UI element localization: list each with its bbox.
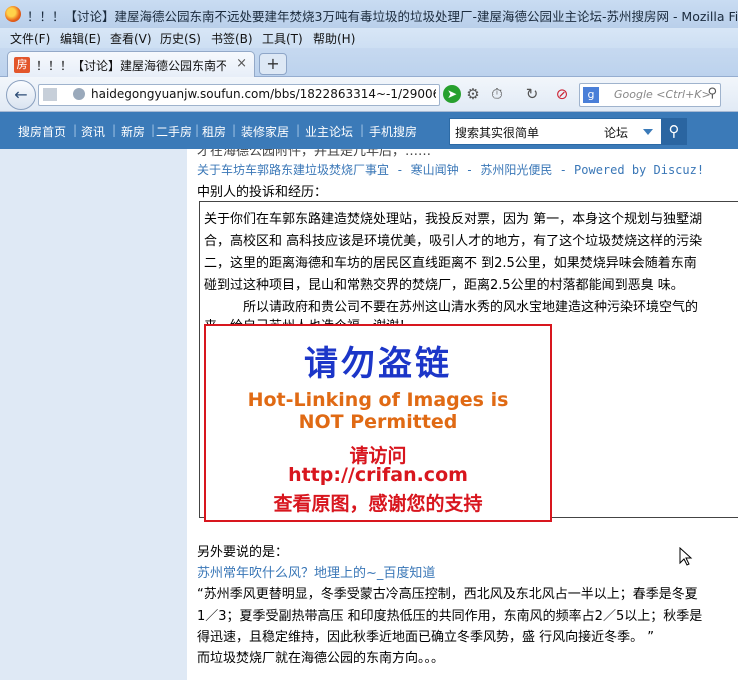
baidu-link[interactable]: 苏州常年吹什么风？地理上的~_百度知道 — [197, 562, 435, 581]
menu-file[interactable]: 文件(F) — [10, 30, 50, 47]
block-icon[interactable]: ⊘ — [553, 85, 571, 103]
menu-edit[interactable]: 编辑(E) — [60, 30, 101, 47]
search-icon[interactable]: ⚲ — [707, 86, 717, 101]
also-label: 另外要说的是： — [197, 545, 289, 560]
tab-strip: 房 ！！！【讨论】建屋海德公园东南不远... × + — [0, 48, 738, 77]
site-search-text[interactable]: 搜索其实很简单 — [455, 124, 539, 141]
menu-help[interactable]: 帮助(H) — [313, 30, 355, 47]
tab-label: ！！！【讨论】建屋海德公园东南不远... — [36, 59, 226, 73]
climate-line: 1／3；夏季受副热带高压 和印度热低压的共同作用，东南风的频率占2／5以上；秋季… — [197, 609, 703, 624]
hotlink-warning-image: 请勿盗链 Hot-Linking of Images is NOT Permit… — [204, 324, 552, 522]
climate-line: “苏州季风更替明显，冬季受蒙古冷高压控制，西北风及东北风占一半以上；春季是冬夏 — [197, 587, 698, 602]
site-search-button[interactable]: ⚲ — [661, 118, 687, 145]
browser-search-box[interactable]: g Google <Ctrl+K> ⚲ — [579, 83, 721, 107]
addon-icon[interactable]: ⚙ — [464, 85, 482, 103]
nav-separator: | — [232, 123, 237, 137]
url-text[interactable]: haidegongyuanjw.soufun.com/bbs/182286331… — [91, 87, 436, 101]
title-bar: ！！！【讨论】建屋海德公园东南不远处要建年焚烧3万吨有毒垃圾的垃圾处理厂-建屋海… — [0, 0, 738, 29]
menu-view[interactable]: 查看(V) — [110, 30, 152, 47]
post-content: 才在海德公园附件，并且是几年后，…… 关于车坊车郭路东建垃圾焚烧厂事宜 - 寒山… — [187, 149, 738, 680]
reference-link[interactable]: 关于车坊车郭路东建垃圾焚烧厂事宜 - 寒山闻钟 - 苏州阳光便民 - Power… — [197, 161, 704, 178]
watermark-line: NOT Permitted — [298, 411, 458, 433]
search-scope-select[interactable]: 论坛 — [604, 124, 628, 141]
site-identity-icon[interactable] — [73, 88, 85, 100]
chevron-down-icon[interactable] — [643, 129, 653, 135]
nav-separator: | — [112, 123, 117, 137]
watermark-url: http://crifan.com — [288, 464, 468, 486]
climate-line: 得迅速，且稳定维持，因此秋季近地面已确立冬季风势，盛 行风向接近冬季。 ” — [197, 630, 655, 645]
quote-line: 合，高校区和 高科技应该是环境优美，吸引人才的地方，有了这个垃圾焚烧这样的污染 — [204, 234, 703, 249]
google-engine-icon[interactable]: g — [583, 87, 599, 103]
address-bar[interactable]: haidegongyuanjw.soufun.com/bbs/182286331… — [38, 84, 440, 106]
nav-separator: | — [296, 123, 301, 137]
quote-box: 关于你们在车郭东路建造焚烧处理站，我投反对票，因为 第一，本身这个规划与独墅湖 … — [199, 201, 738, 522]
back-button[interactable]: ← — [6, 80, 36, 110]
page-icon — [43, 88, 57, 101]
nav-rental[interactable]: 租房 — [202, 123, 226, 140]
nav-mobile[interactable]: 手机搜房 — [369, 123, 417, 140]
watermark-line: Hot-Linking of Images is — [247, 389, 509, 411]
quote-line: 碰到过这种项目，昆山和常熟交界的焚烧厂，距离2.5公里的村落都能闻到恶臭 味。 — [204, 278, 684, 293]
nav-second-hand[interactable]: 二手房 — [156, 123, 192, 140]
nav-forum[interactable]: 业主论坛 — [305, 123, 353, 140]
alarm-clock-icon[interactable]: ⏱ — [488, 85, 506, 103]
nav-separator: | — [195, 123, 200, 137]
favicon-icon: 房 — [14, 57, 30, 73]
site-search-input[interactable]: 搜索其实很简单 论坛 — [449, 118, 663, 145]
menu-history[interactable]: 历史(S) — [160, 30, 201, 47]
tab-close-icon[interactable]: × — [236, 56, 247, 71]
firefox-logo-icon — [5, 6, 21, 22]
intro-text: 中别人的投诉和经历： — [197, 185, 328, 200]
nav-separator: | — [151, 123, 156, 137]
quote-line: 二，这里的距离海德和车坊的居民区直线距离不 到2.5公里，如果焚烧异味会随着东南 — [204, 256, 697, 271]
mouse-cursor-icon — [679, 547, 693, 566]
quote-line: 所以请政府和贵公司不要在苏州这山清水秀的风水宝地建造这种污染环境空气的 — [204, 300, 699, 315]
cut-off-text: 才在海德公园附件，并且是几年后，…… — [197, 149, 432, 159]
navigation-bar: ← haidegongyuanjw.soufun.com/bbs/1822863… — [0, 77, 738, 112]
nav-news[interactable]: 资讯 — [81, 123, 105, 140]
window-title: ！！！【讨论】建屋海德公园东南不远处要建年焚烧3万吨有毒垃圾的垃圾处理厂-建屋海… — [27, 9, 738, 24]
menu-bookmarks[interactable]: 书签(B) — [211, 30, 253, 47]
watermark-line: 查看原图，感谢您的支持 — [273, 493, 483, 515]
nav-decoration[interactable]: 装修家居 — [241, 123, 289, 140]
go-arrow-icon[interactable]: ➤ — [443, 85, 461, 103]
watermark-title: 请勿盗链 — [304, 344, 452, 384]
site-nav-bar: 搜房首页 | 资讯 | 新房 | 二手房 | 租房 | 装修家居 | 业主论坛 … — [0, 112, 738, 149]
reload-icon[interactable]: ↻ — [523, 85, 541, 103]
new-tab-button[interactable]: + — [259, 53, 287, 75]
tab-current[interactable]: 房 ！！！【讨论】建屋海德公园东南不远... × — [7, 51, 255, 77]
nav-separator: | — [360, 123, 365, 137]
nav-separator: | — [73, 123, 78, 137]
nav-new-homes[interactable]: 新房 — [121, 123, 145, 140]
quote-line: 关于你们在车郭东路建造焚烧处理站，我投反对票，因为 第一，本身这个规划与独墅湖 — [204, 212, 703, 227]
menu-bar: 文件(F) 编辑(E) 查看(V) 历史(S) 书签(B) 工具(T) 帮助(H… — [0, 28, 738, 48]
search-placeholder: Google <Ctrl+K> — [614, 88, 711, 101]
nav-home[interactable]: 搜房首页 — [18, 123, 66, 140]
menu-tools[interactable]: 工具(T) — [262, 30, 303, 47]
conclusion-text: 而垃圾焚烧厂就在海德公园的东南方向。。。 — [197, 651, 445, 666]
